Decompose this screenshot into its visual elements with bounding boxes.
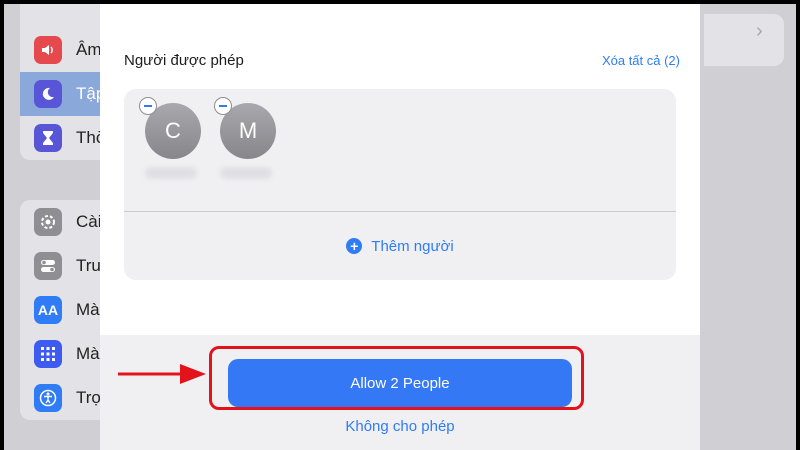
contact-name-redacted xyxy=(145,167,197,179)
sidebar-item-label: Âm xyxy=(76,40,102,59)
section-title: Người được phép xyxy=(124,52,244,69)
allowed-people-card: C M + Thêm người xyxy=(124,89,676,280)
moon-icon xyxy=(34,80,62,108)
deny-button[interactable]: Không cho phép xyxy=(100,418,700,435)
annotation-arrow-icon xyxy=(118,364,206,384)
annotation-highlight-box xyxy=(209,346,584,410)
contact-name-redacted xyxy=(220,167,272,179)
toggle-icon xyxy=(34,252,62,280)
clear-all-button[interactable]: Xóa tất cả (2) xyxy=(602,53,680,68)
add-person-label: Thêm người xyxy=(371,237,454,255)
chevron-right-icon: › xyxy=(756,20,763,42)
remove-person-icon[interactable] xyxy=(214,97,232,115)
sidebar-item-label: Tru xyxy=(76,256,101,275)
sidebar-item-label: Cài xyxy=(76,212,102,231)
person-item[interactable]: C xyxy=(139,97,205,179)
add-person-button[interactable]: + Thêm người xyxy=(124,212,676,280)
grid-icon xyxy=(34,340,62,368)
plus-circle-icon: + xyxy=(346,238,363,254)
remove-person-icon[interactable] xyxy=(139,97,157,115)
text-size-icon: AA xyxy=(34,296,62,324)
hourglass-icon xyxy=(34,124,62,152)
gear-icon xyxy=(34,208,62,236)
background-list-row xyxy=(704,14,784,66)
sidebar-item-label: Trợ xyxy=(76,388,103,407)
person-item[interactable]: M xyxy=(214,97,280,179)
speaker-icon xyxy=(34,36,62,64)
accessibility-icon xyxy=(34,384,62,412)
